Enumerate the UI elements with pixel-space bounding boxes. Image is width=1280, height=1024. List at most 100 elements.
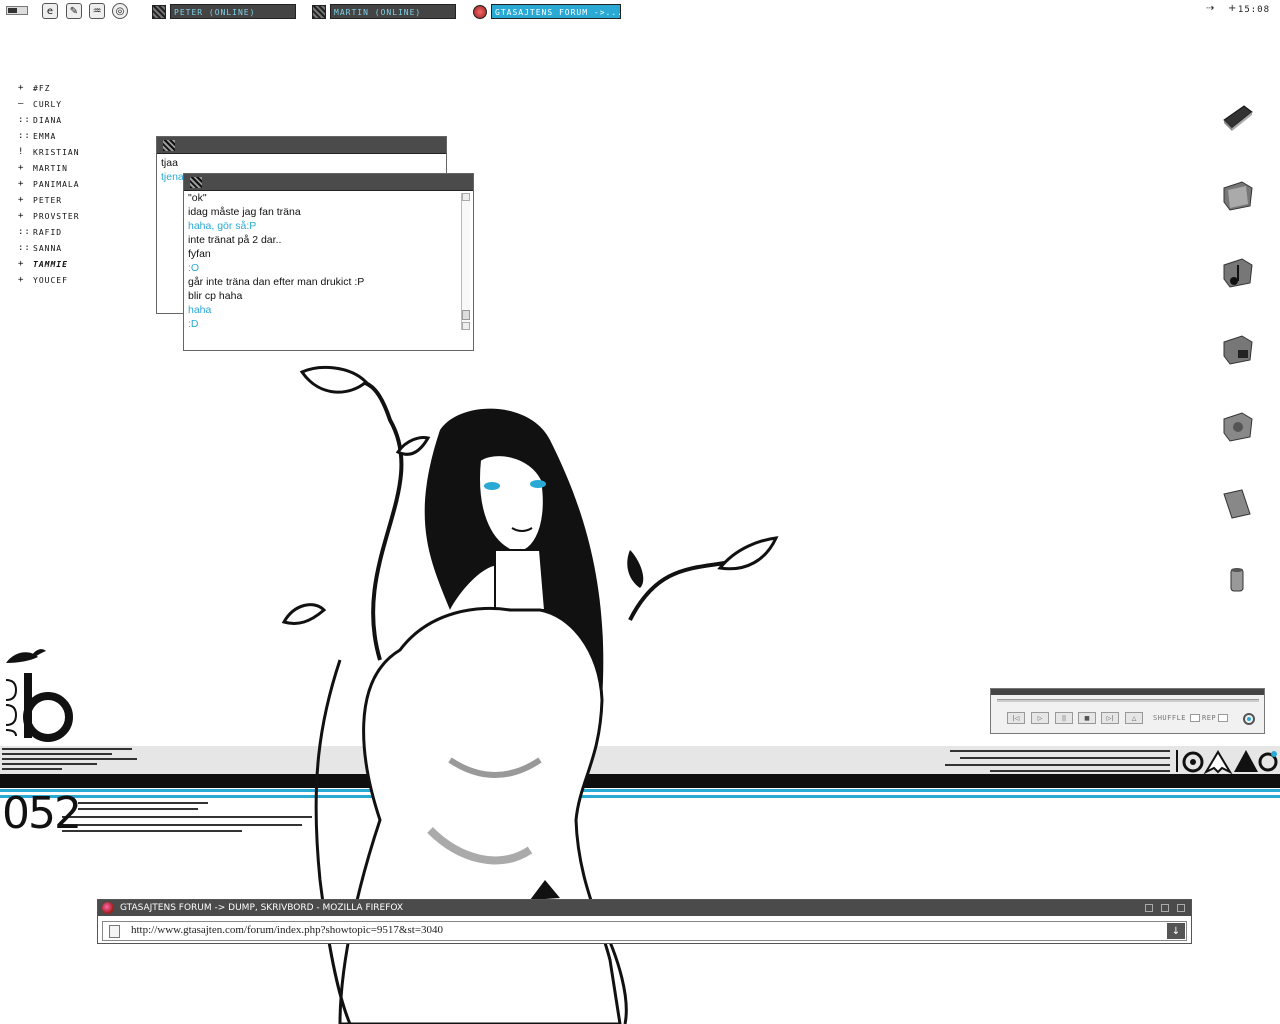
taskbar-task-firefox[interactable]: GTASAJTENS FORUM ->... — [473, 4, 621, 19]
contact-item[interactable]: :: EMMA — [18, 128, 80, 144]
internet-explorer-icon[interactable]: e — [42, 3, 58, 19]
wallpaper-microtext — [2, 748, 132, 750]
repeat-checkbox[interactable] — [1218, 714, 1228, 722]
chat-message: blir cp haha — [188, 290, 243, 302]
chat-window-icon — [152, 4, 166, 19]
wallpaper-microtext — [78, 802, 208, 804]
close-icon[interactable] — [1177, 904, 1185, 912]
chat-scrollbar[interactable] — [461, 193, 470, 330]
player-titlebar[interactable] — [991, 689, 1264, 695]
contact-item[interactable]: — CURLY — [18, 96, 80, 112]
chat-message: :D — [188, 318, 199, 330]
tray-arrow-icon[interactable]: ⇢ — [1206, 3, 1214, 14]
contact-item[interactable]: + #FZ — [18, 80, 80, 96]
scroll-thumb[interactable] — [462, 310, 470, 320]
wallpaper-microtext — [990, 770, 1170, 772]
wallpaper-microtext — [950, 750, 1170, 752]
taskbar-task-peter[interactable]: PETER (ONLINE) — [152, 4, 296, 19]
contact-item[interactable]: :: RAFID — [18, 224, 80, 240]
wallpaper-microtext — [2, 758, 137, 760]
task-label: MARTIN (ONLINE) — [330, 4, 456, 19]
contact-status-icon: ! — [18, 147, 25, 157]
chat-window-icon — [312, 4, 326, 19]
chat-window-icon — [163, 140, 175, 151]
folder-icon[interactable] — [1220, 178, 1254, 212]
taskbar: e ✎ ♒ ◎ PETER (ONLINE) MARTIN (ONLINE) G… — [0, 0, 1280, 22]
media-player: |◁ ▷ || ■ ▷| △ SHUFFLE REP — [990, 688, 1265, 734]
contact-name: MARTIN — [33, 163, 68, 173]
contact-item[interactable]: + TAMMIE — [18, 256, 80, 272]
task-label: PETER (ONLINE) — [170, 4, 296, 19]
contact-item[interactable]: :: SANNA — [18, 240, 80, 256]
wallpaper-microtext — [62, 824, 302, 826]
chat-message: tjaa — [161, 157, 178, 169]
clock: 15:08 — [1237, 5, 1270, 15]
contact-status-icon: + — [18, 275, 25, 285]
previous-button[interactable]: |◁ — [1007, 712, 1025, 724]
winamp-icon[interactable]: ♒ — [89, 3, 105, 19]
firefox-window[interactable]: GTASAJTENS FORUM -> DUMP, SKRIVBORD - MO… — [97, 899, 1192, 944]
contact-list: + #FZ — CURLY:: DIANA:: EMMA! KRISTIAN + MARTIN +… — [18, 80, 80, 288]
address-bar[interactable]: http://www.gtasajten.com/forum/index.php… — [102, 921, 1187, 941]
chat-window-titlebar[interactable] — [184, 174, 473, 191]
seek-bar[interactable] — [997, 699, 1259, 702]
stop-button[interactable]: ■ — [1078, 712, 1096, 724]
chat-message: :O — [188, 262, 200, 274]
contact-item[interactable]: ! KRISTIAN — [18, 144, 80, 160]
url-text[interactable]: http://www.gtasajten.com/forum/index.php… — [131, 924, 443, 936]
chat-message: "ok" — [188, 192, 207, 204]
firefox-titlebar[interactable]: GTASAJTENS FORUM -> DUMP, SKRIVBORD - MO… — [98, 900, 1191, 916]
pause-button[interactable]: || — [1055, 712, 1073, 724]
contact-item[interactable]: + YOUCEF — [18, 272, 80, 288]
contact-status-icon: + — [18, 163, 25, 173]
settings-icon[interactable]: ◎ — [112, 3, 128, 19]
favorites-folder-icon[interactable] — [1220, 409, 1254, 443]
chat-message: haha — [188, 304, 212, 316]
contact-name: CURLY — [33, 99, 63, 109]
contact-status-icon: — — [18, 99, 25, 109]
contact-item[interactable]: + PETER — [18, 192, 80, 208]
contact-item[interactable]: :: DIANA — [18, 112, 80, 128]
task-label: GTASAJTENS FORUM ->... — [491, 4, 621, 19]
firefox-icon — [102, 902, 114, 914]
contact-name: SANNA — [33, 243, 63, 253]
contact-name: KRISTIAN — [33, 147, 80, 157]
shuffle-label: SHUFFLE — [1153, 714, 1187, 722]
next-button[interactable]: ▷| — [1101, 712, 1119, 724]
scroll-up-arrow-icon[interactable] — [462, 193, 470, 201]
contact-item[interactable]: + PANIMALA — [18, 176, 80, 192]
chat-message: inte tränat på 2 dar.. — [188, 234, 282, 246]
contact-status-icon: + — [18, 259, 25, 269]
maximize-icon[interactable] — [1161, 904, 1169, 912]
wallpaper-logo — [5, 649, 73, 742]
show-desktop-icon[interactable] — [6, 6, 28, 15]
my-computer-icon[interactable] — [1220, 100, 1254, 134]
contact-item[interactable]: + MARTIN — [18, 160, 80, 176]
chat-window-front[interactable]: "ok" idag måste jag fan träna haha, gör så… — [183, 173, 474, 351]
music-folder-icon[interactable] — [1220, 255, 1254, 289]
taskbar-task-martin[interactable]: MARTIN (ONLINE) — [312, 4, 456, 19]
recycle-bin-icon[interactable] — [1220, 563, 1254, 597]
play-button[interactable]: ▷ — [1031, 712, 1049, 724]
feather-icon[interactable]: ✎ — [66, 3, 82, 19]
scroll-down-arrow-icon[interactable] — [462, 322, 470, 330]
winamp-logo-icon[interactable] — [1242, 712, 1256, 726]
eject-button[interactable]: △ — [1125, 712, 1143, 724]
contact-status-icon: + — [18, 195, 25, 205]
network-folder-icon[interactable] — [1220, 332, 1254, 366]
wallpaper-microtext — [2, 753, 112, 755]
documents-folder-icon[interactable] — [1220, 486, 1254, 520]
wallpaper-big-number: 052 — [2, 788, 82, 839]
wallpaper-microtext — [62, 830, 242, 832]
chat-window-titlebar[interactable] — [157, 137, 446, 154]
tray-plus-icon[interactable]: + — [1228, 3, 1236, 14]
wallpaper-right-logo — [1176, 750, 1278, 775]
dropdown-arrow-icon[interactable]: ↓ — [1167, 923, 1185, 939]
wallpaper-microtext — [945, 764, 1170, 766]
contact-item[interactable]: + PROVSTER — [18, 208, 80, 224]
contact-status-icon: :: — [18, 131, 31, 141]
minimize-icon[interactable] — [1145, 904, 1153, 912]
wallpaper-microtext — [62, 816, 312, 818]
shuffle-checkbox[interactable] — [1190, 714, 1200, 722]
page-icon — [109, 925, 120, 938]
